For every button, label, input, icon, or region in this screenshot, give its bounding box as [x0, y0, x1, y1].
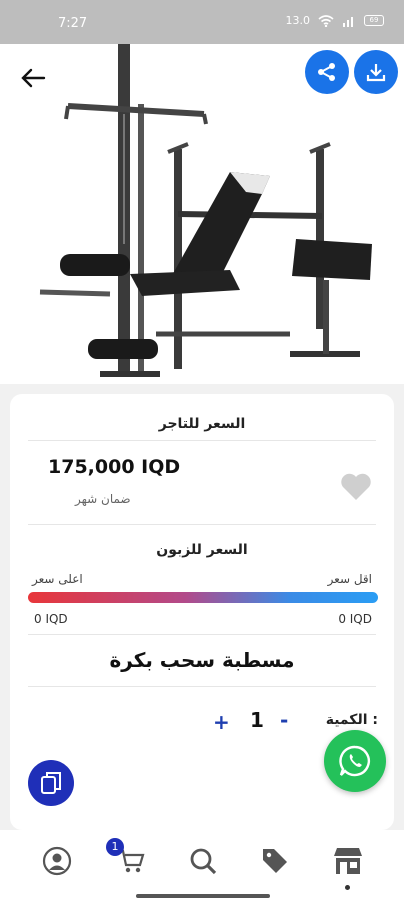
quantity-increment-button[interactable]: + [213, 710, 230, 734]
quantity-label: الكمية : [325, 712, 378, 728]
nav-cart[interactable]: 1 [106, 838, 148, 878]
network-speed: 13.0 [285, 14, 311, 27]
tag-icon [263, 849, 287, 873]
battery-icon: 69 [364, 15, 384, 26]
download-button[interactable] [354, 50, 398, 94]
nav-search[interactable] [186, 844, 220, 878]
status-icons: 13.0 69 [285, 14, 384, 27]
share-icon [318, 63, 335, 81]
store-icon [334, 848, 362, 874]
copy-button[interactable] [28, 760, 74, 806]
copy-icon [41, 772, 61, 794]
home-indicator [136, 894, 270, 898]
back-arrow-icon [21, 68, 46, 88]
share-button[interactable] [305, 50, 349, 94]
active-tab-indicator [345, 885, 350, 890]
whatsapp-icon [339, 745, 370, 777]
profile-icon [42, 846, 72, 876]
quantity-decrement-button[interactable]: - [280, 708, 288, 732]
merchant-price-label: السعر للتاجر [158, 416, 246, 432]
cart-badge: 1 [106, 838, 124, 856]
lowest-price-label: اقل سعر [327, 572, 372, 586]
product-name: مسطبة سحب بكرة [109, 648, 295, 672]
divider [28, 686, 376, 687]
price-range-bar [28, 592, 378, 603]
lowest-price-value: 0 IQD [338, 612, 372, 626]
product-image [0, 44, 404, 384]
nav-profile[interactable] [40, 844, 74, 878]
nav-store[interactable] [331, 844, 365, 878]
highest-price-label: اعلى سعر [32, 572, 83, 586]
whatsapp-button[interactable] [324, 730, 386, 792]
quantity-value: 1 [250, 708, 264, 732]
divider [28, 524, 376, 525]
guarantee-text: ضمان شهر [75, 492, 131, 506]
search-icon [190, 848, 217, 875]
divider [28, 634, 376, 635]
customer-price-label: السعر للزبون [156, 542, 248, 558]
download-icon [366, 64, 386, 82]
nav-offers[interactable] [258, 844, 292, 878]
divider [28, 440, 376, 441]
bottom-navigation: 1 [0, 830, 404, 900]
weight-bench-illustration [39, 44, 372, 377]
highest-price-value: 0 IQD [34, 612, 68, 626]
favorite-button[interactable] [340, 472, 372, 502]
back-button[interactable] [18, 66, 48, 90]
status-bar: 7:27 13.0 69 [0, 0, 404, 44]
merchant-price: 175,000 IQD [48, 456, 181, 478]
heart-icon [341, 473, 371, 500]
signal-icon [343, 16, 353, 27]
wifi-icon [318, 14, 334, 27]
status-time: 7:27 [58, 16, 88, 31]
